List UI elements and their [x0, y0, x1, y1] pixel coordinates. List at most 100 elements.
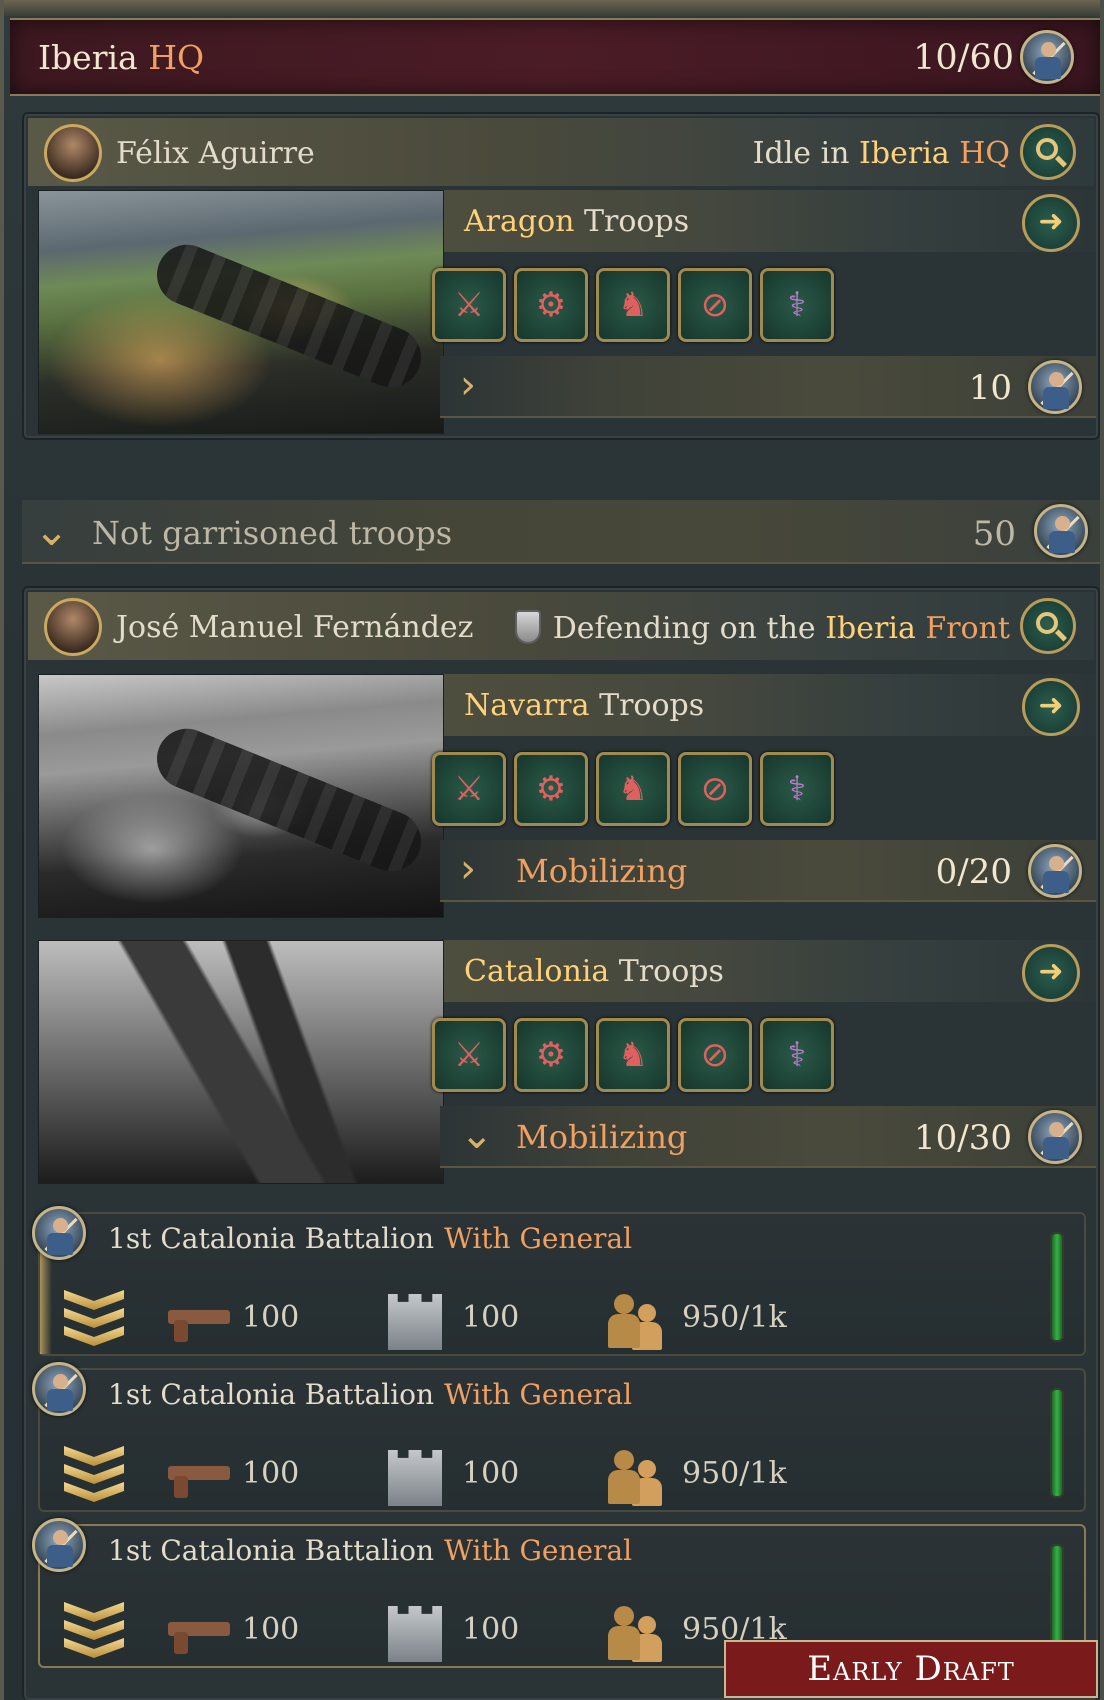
manpower-value: 950/1k — [682, 1456, 787, 1491]
chevron-right-icon: › — [460, 846, 476, 892]
equipment-value: 100 — [242, 1612, 300, 1647]
soldier-icon — [32, 1518, 86, 1572]
shield-icon — [514, 610, 541, 644]
transfer-arrow-button[interactable]: ➜ — [1022, 678, 1080, 736]
general-name: José Manuel Fernández — [116, 610, 474, 645]
mobilizing-label: Mobilizing — [516, 852, 688, 890]
rifle-icon — [168, 1310, 230, 1342]
transfer-arrow-button[interactable]: ➜ — [1022, 944, 1080, 1002]
battalion-title: 1st Catalonia Battalion With General — [108, 1222, 633, 1255]
soldier-icon — [1028, 360, 1082, 414]
chevron-down-icon: ⌄ — [34, 506, 70, 555]
troop-group-navarra: Navarra Troops ➜ ⚔ ⚙ ♞ ⊘ ⚕ › Mobilizing … — [38, 674, 1096, 918]
leader-bar: José Manuel Fernández Defending on the I… — [28, 592, 1094, 660]
artillery-icon[interactable]: ⚙ — [514, 268, 588, 342]
magnifier-icon — [1036, 612, 1058, 634]
organization-bar — [1050, 1388, 1064, 1498]
soldier-icon — [32, 1362, 86, 1416]
fortification-value: 100 — [462, 1300, 520, 1335]
hq-header: Iberia HQ 10/60 — [10, 18, 1100, 96]
chevron-right-icon: › — [460, 362, 476, 408]
fortification-value: 100 — [462, 1612, 520, 1647]
mobilizing-bar[interactable]: ⌄ Mobilizing 10/30 — [440, 1106, 1096, 1168]
equipment-value: 100 — [242, 1456, 300, 1491]
manpower-icon — [606, 1602, 664, 1664]
artillery-icon[interactable]: ⚙ — [514, 752, 588, 826]
manpower-icon — [606, 1446, 664, 1508]
soldier-icon — [1034, 504, 1088, 558]
organization-bar — [1050, 1232, 1064, 1342]
fort-icon — [388, 1294, 442, 1350]
troop-header: Navarra Troops ➜ — [444, 674, 1096, 736]
battalion-row[interactable]: 1st Catalonia Battalion With General 100 … — [38, 1368, 1086, 1512]
manpower-icon — [606, 1290, 664, 1352]
hq-title: Iberia HQ — [38, 38, 205, 77]
rank-chevrons-icon — [64, 1446, 124, 1502]
rifle-icon — [168, 1622, 230, 1654]
general-portrait[interactable] — [44, 124, 102, 182]
troop-title: Aragon Troops — [464, 204, 690, 239]
not-garrisoned-bar[interactable]: ⌄ Not garrisoned troops 50 — [22, 500, 1100, 564]
manpower-value: 950/1k — [682, 1300, 787, 1335]
troop-count: 10 — [968, 368, 1012, 408]
troop-header: Catalonia Troops ➜ — [444, 940, 1096, 1002]
fort-icon — [388, 1606, 442, 1662]
soldier-icon — [1028, 1110, 1082, 1164]
troop-count-bar[interactable]: › 10 — [440, 356, 1096, 418]
battalion-title: 1st Catalonia Battalion With General — [108, 1534, 633, 1567]
no-officer-icon[interactable]: ⊘ — [678, 268, 752, 342]
chevron-down-icon: ⌄ — [460, 1112, 494, 1158]
hq-troop-count: 10/60 — [913, 38, 1014, 78]
hq-panel: Iberia HQ 10/60 Félix Aguirre Idle in Ib… — [0, 0, 1104, 1700]
medic-icon[interactable]: ⚕ — [760, 752, 834, 826]
magnifier-icon — [1036, 138, 1058, 160]
infantry-icon[interactable]: ⚔ — [432, 752, 506, 826]
no-officer-icon[interactable]: ⊘ — [678, 1018, 752, 1092]
medic-icon[interactable]: ⚕ — [760, 1018, 834, 1092]
soldier-icon — [1028, 844, 1082, 898]
transfer-arrow-button[interactable]: ➜ — [1022, 194, 1080, 252]
general-name: Félix Aguirre — [116, 136, 315, 171]
cavalry-icon[interactable]: ♞ — [596, 752, 670, 826]
cavalry-icon[interactable]: ♞ — [596, 1018, 670, 1092]
rank-chevrons-icon — [64, 1290, 124, 1346]
battalion-title: 1st Catalonia Battalion With General — [108, 1378, 633, 1411]
army-card-1: Félix Aguirre Idle in Iberia HQ Aragon T… — [22, 112, 1100, 440]
general-portrait[interactable] — [44, 598, 102, 656]
cavalry-icon[interactable]: ♞ — [596, 268, 670, 342]
troop-illustration — [38, 674, 444, 918]
fort-icon — [388, 1450, 442, 1506]
soldier-icon — [1020, 30, 1074, 84]
battalion-row[interactable]: 1st Catalonia Battalion With General 100 … — [38, 1212, 1086, 1356]
troop-count: 10/30 — [914, 1118, 1012, 1158]
soldier-icon — [32, 1206, 86, 1260]
rifle-icon — [168, 1466, 230, 1498]
no-officer-icon[interactable]: ⊘ — [678, 752, 752, 826]
not-garrisoned-label: Not garrisoned troops — [92, 514, 453, 552]
general-status: Defending on the Iberia Front — [514, 610, 1010, 646]
artillery-icon[interactable]: ⚙ — [514, 1018, 588, 1092]
rank-chevrons-icon — [64, 1602, 124, 1658]
medic-icon[interactable]: ⚕ — [760, 268, 834, 342]
mobilizing-bar[interactable]: › Mobilizing 0/20 — [440, 840, 1096, 902]
troop-group-catalonia: Catalonia Troops ➜ ⚔ ⚙ ♞ ⊘ ⚕ ⌄ Mobilizin… — [38, 940, 1096, 1184]
troop-title: Catalonia Troops — [464, 954, 724, 989]
troop-illustration — [38, 190, 444, 434]
fortification-value: 100 — [462, 1456, 520, 1491]
equipment-value: 100 — [242, 1300, 300, 1335]
general-status: Idle in Iberia HQ — [752, 136, 1010, 171]
locate-button[interactable] — [1020, 124, 1076, 180]
troop-title: Navarra Troops — [464, 688, 705, 723]
not-garrisoned-count: 50 — [972, 514, 1016, 554]
troop-header: Aragon Troops ➜ — [444, 190, 1096, 252]
organization-bar — [1050, 1544, 1064, 1654]
troop-count: 0/20 — [935, 852, 1012, 892]
troop-illustration — [38, 940, 444, 1184]
infantry-icon[interactable]: ⚔ — [432, 268, 506, 342]
locate-button[interactable] — [1020, 598, 1076, 654]
mobilizing-label: Mobilizing — [516, 1118, 688, 1156]
leader-bar: Félix Aguirre Idle in Iberia HQ — [28, 118, 1094, 186]
early-draft-watermark: Early Draft — [724, 1640, 1098, 1698]
infantry-icon[interactable]: ⚔ — [432, 1018, 506, 1092]
troop-group-aragon: Aragon Troops ➜ ⚔ ⚙ ♞ ⊘ ⚕ › 10 — [38, 190, 1096, 434]
